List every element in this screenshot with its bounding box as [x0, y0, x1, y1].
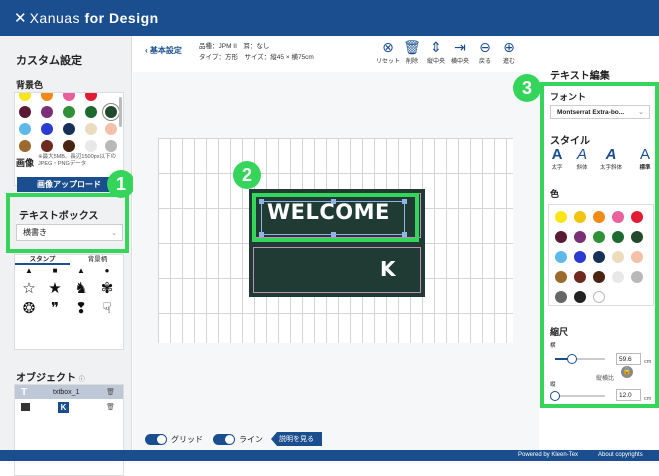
star-icon[interactable]: ★ [47, 281, 63, 296]
bg-swatch[interactable] [85, 123, 97, 135]
line-toggle[interactable] [213, 433, 235, 445]
bg-swatch[interactable] [63, 93, 75, 101]
bg-swatch[interactable] [85, 106, 97, 118]
footer: Powered by Kleen-Tex About copyrights [0, 450, 659, 461]
trash-icon[interactable]: 🗑 [106, 388, 115, 396]
stamp-partial-icon[interactable]: ■ [47, 267, 63, 275]
bg-swatch[interactable] [105, 140, 117, 152]
back-link[interactable]: ‹ 基本設定 [145, 45, 182, 56]
bg-swatch[interactable] [19, 106, 31, 118]
bg-swatch[interactable] [63, 106, 75, 118]
help-button[interactable]: 説明を見る [271, 432, 322, 446]
star-outline-icon[interactable]: ☆ [21, 281, 37, 296]
chevron-down-icon: ⌄ [111, 229, 117, 237]
app-header: ✕ Xanuas for Design [0, 0, 659, 36]
toolbar: ‹ 基本設定 品種：JPM II 耳：なし タイプ：方形 サイズ：縦45 × 横… [133, 36, 539, 72]
app-logo[interactable]: Xanuas for Design [30, 10, 159, 26]
redo-icon: ⊕ [503, 39, 515, 55]
left-sidebar: カスタム設定 背景色 画像 ※最大5MB、長辺1500px以下の JPEG・PN… [0, 36, 135, 476]
bg-swatch[interactable] [105, 123, 117, 135]
product-meta: 品種：JPM II 耳：なし タイプ：方形 サイズ：縦45 × 横75cm [199, 41, 314, 63]
redo-label: 進む [502, 59, 515, 65]
grid-toggle[interactable] [145, 433, 167, 445]
callout-highlight-3 [540, 82, 659, 408]
wreath-icon[interactable]: ✾ [99, 281, 115, 296]
image-object-icon [21, 403, 30, 411]
about-copyrights-link[interactable]: About copyrights [598, 452, 643, 458]
mat-logo[interactable]: K [380, 257, 396, 281]
logo-name: Xanuas [29, 10, 81, 26]
logo-icon: ✕ [14, 10, 27, 27]
textbox-label: テキストボックス [19, 211, 99, 222]
tab-stamp[interactable]: スタンプ [15, 255, 70, 265]
horizontal-center-label: 横中央 [450, 59, 469, 65]
callout-badge-2: 2 [233, 161, 261, 189]
bg-swatch[interactable] [19, 93, 31, 101]
product-meta-line1: 品種：JPM II 耳：なし [199, 43, 270, 50]
bg-swatch[interactable] [85, 140, 97, 152]
object-name: txtbox_1 [53, 388, 80, 396]
footprints-icon[interactable]: ❞ [47, 301, 63, 316]
object-list: T txtbox_1 🗑 K 🗑 [14, 384, 124, 476]
stamp-partial-icon[interactable]: ▲ [21, 267, 37, 275]
product-meta-line2: タイプ：方形 サイズ：縦45 × 横75cm [199, 54, 314, 61]
text-object-icon: T [21, 386, 28, 398]
logo-suffix: for Design [84, 10, 159, 26]
paw-icon[interactable]: ❢ [73, 301, 89, 316]
tab-background-pattern[interactable]: 背景柄 [70, 255, 123, 265]
sidebar-title: カスタム設定 [16, 55, 82, 67]
stamp-partial-icon[interactable]: ● [99, 267, 115, 275]
image-note: ※最大5MB、長辺1500px以下の JPEG・PNGデータ [38, 154, 116, 167]
stamp-tabs: スタンプ 背景柄 [15, 255, 123, 265]
bg-swatch[interactable] [41, 123, 53, 135]
textbox-orientation-value: 横書き [23, 228, 47, 237]
list-item[interactable]: K 🗑 [15, 400, 123, 414]
bg-swatch[interactable] [41, 93, 53, 101]
image-label: 画像 [16, 158, 35, 168]
powered-by-text: Powered by Kleen-Tex [518, 452, 579, 458]
logo-thumbnail: K [58, 401, 69, 413]
info-icon[interactable]: ⓘ [79, 377, 85, 383]
bg-swatch[interactable] [85, 93, 97, 101]
textbox-orientation-select[interactable]: 横書き ⌄ [16, 224, 123, 241]
bg-swatch[interactable] [41, 106, 53, 118]
pointer-hand-icon[interactable]: ☟ [99, 301, 115, 316]
grid-label: グリッド [171, 434, 203, 444]
palette-scrollbar[interactable] [119, 97, 122, 127]
bg-swatch[interactable] [63, 140, 75, 152]
bg-swatch[interactable] [19, 123, 31, 135]
bg-swatch[interactable] [19, 140, 31, 152]
callout-badge-3: 3 [513, 74, 541, 102]
bg-color-label: 背景色 [16, 80, 44, 90]
text-edit-title: テキスト編集 [550, 71, 610, 82]
canvas-controls: グリッド ライン 説明を見る [145, 432, 322, 446]
horizontal-center-icon: ⇥ [454, 39, 466, 55]
bg-swatch-selected[interactable] [105, 106, 117, 118]
object-label: オブジェクト ⓘ [16, 373, 85, 384]
bg-swatch[interactable] [63, 123, 75, 135]
bg-swatch[interactable] [41, 140, 53, 152]
bg-color-palette [14, 92, 124, 186]
callout-highlight-2 [252, 193, 419, 242]
stamp-panel: スタンプ 背景柄 ▲ ■ ▲ ● ☆ ★ ♞ ✾ ❂ ❞ ❢ ☟ [14, 254, 124, 350]
callout-badge-1: 1 [107, 170, 135, 198]
line-label: ライン [239, 434, 263, 444]
callout-highlight-1 [6, 193, 129, 253]
heart-circle-icon[interactable]: ❂ [21, 301, 37, 316]
horizontal-center-button[interactable]: ⇥ 横中央 [446, 38, 474, 65]
duck-icon[interactable]: ♞ [73, 281, 89, 296]
image-upload-button[interactable]: 画像アップロード [17, 177, 121, 192]
list-item[interactable]: T txtbox_1 🗑 [15, 385, 123, 399]
trash-icon[interactable]: 🗑 [106, 403, 115, 411]
redo-button[interactable]: ⊕ 進む [495, 38, 523, 65]
stamp-partial-icon[interactable]: ▲ [73, 267, 89, 275]
